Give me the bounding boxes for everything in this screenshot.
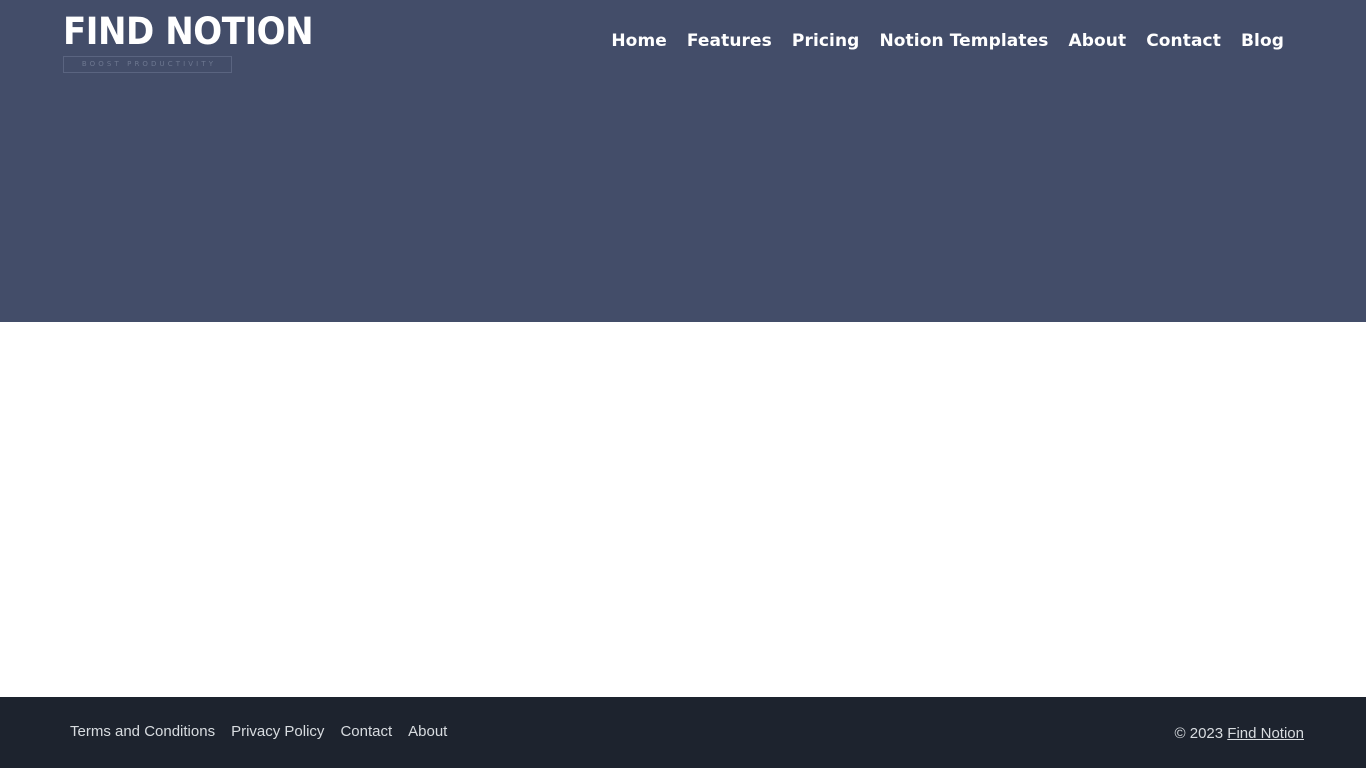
main-content-area [0, 322, 1366, 697]
page-root: FIND NOTION BOOST PRODUCTIVITY Home Feat… [0, 0, 1366, 768]
logo-wordmark: FIND NOTION [63, 10, 314, 53]
nav-item-blog[interactable]: Blog [1231, 30, 1294, 52]
nav-item-about[interactable]: About [1058, 30, 1136, 52]
nav-item-contact[interactable]: Contact [1136, 30, 1231, 52]
logo-tagline: BOOST PRODUCTIVITY [81, 60, 217, 68]
footer-link-contact[interactable]: Contact [340, 722, 408, 742]
footer-copyright-link[interactable]: Find Notion [1227, 725, 1304, 742]
footer-link-about[interactable]: About [408, 722, 447, 742]
footer-link-terms-and-conditions[interactable]: Terms and Conditions [70, 722, 231, 742]
nav-item-notion-templates[interactable]: Notion Templates [869, 30, 1058, 52]
hero-band: FIND NOTION BOOST PRODUCTIVITY Home Feat… [0, 0, 1366, 322]
footer-copyright: © 2023 Find Notion [1175, 724, 1304, 744]
nav-item-features[interactable]: Features [677, 30, 782, 52]
footer-navigation: Terms and Conditions Privacy Policy Cont… [70, 722, 447, 742]
site-logo[interactable]: FIND NOTION BOOST PRODUCTIVITY [63, 9, 335, 73]
footer-link-privacy-policy[interactable]: Privacy Policy [231, 722, 340, 742]
footer-copyright-text: © 2023 [1174, 724, 1228, 742]
nav-item-pricing[interactable]: Pricing [782, 30, 870, 52]
site-header: FIND NOTION BOOST PRODUCTIVITY Home Feat… [0, 0, 1366, 82]
primary-navigation: Home Features Pricing Notion Templates A… [601, 30, 1294, 52]
site-footer: Terms and Conditions Privacy Policy Cont… [0, 697, 1366, 768]
logo-tagline-box: BOOST PRODUCTIVITY [63, 56, 232, 73]
hero-content-area [0, 82, 1366, 322]
nav-item-home[interactable]: Home [601, 30, 677, 52]
